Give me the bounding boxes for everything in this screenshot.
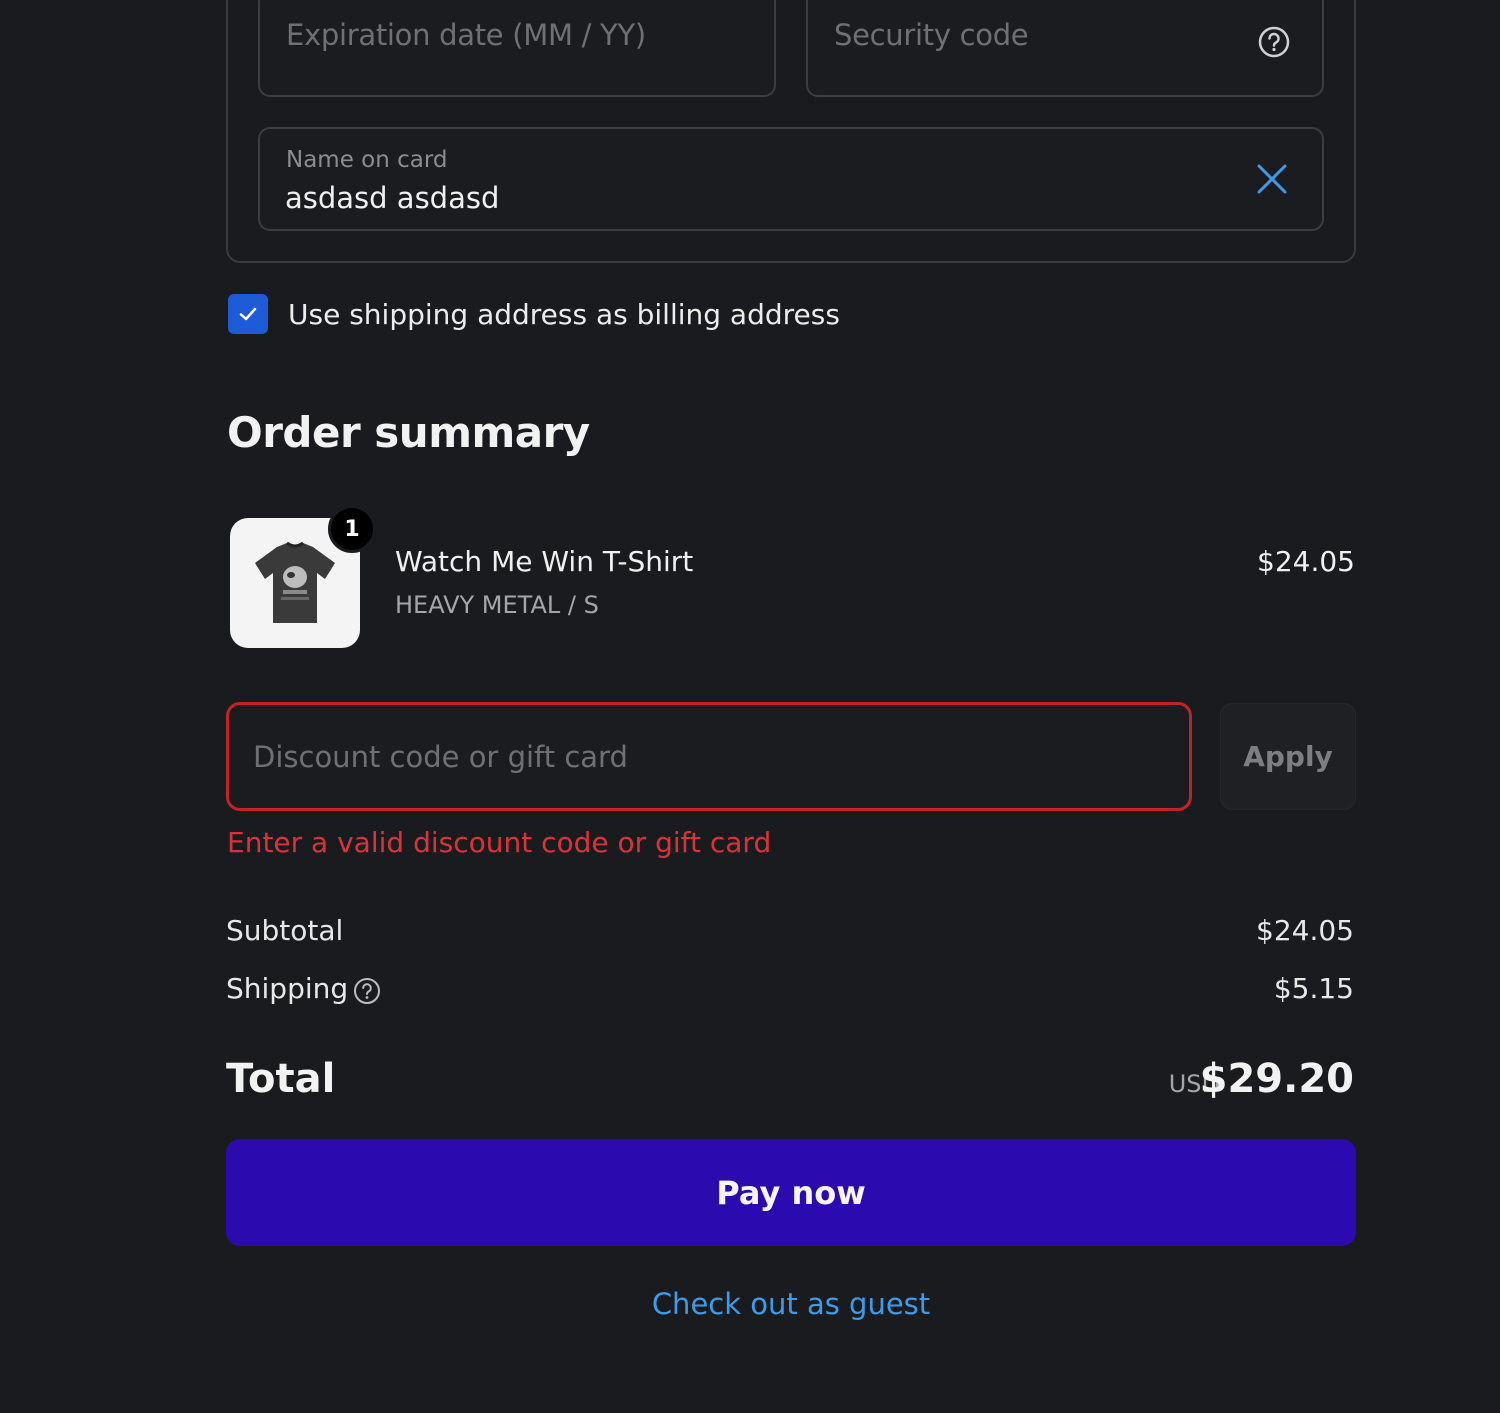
name-on-card-label: Name on card (286, 147, 448, 173)
clear-icon[interactable] (1256, 163, 1288, 195)
expiration-date-placeholder: Expiration date (MM / YY) (286, 18, 646, 52)
security-code-placeholder: Security code (834, 18, 1029, 52)
product-variant: HEAVY METAL / S (395, 591, 599, 619)
order-summary-title: Order summary (227, 408, 590, 457)
security-code-field[interactable]: Security code (806, 0, 1324, 97)
total-value: $29.20 (1199, 1056, 1354, 1102)
pay-now-button[interactable]: Pay now (226, 1139, 1356, 1246)
quantity-badge: 1 (328, 505, 376, 553)
subtotal-value: $24.05 (1256, 914, 1354, 947)
shipping-label: Shipping (226, 972, 349, 1005)
tshirt-icon (255, 541, 335, 623)
total-label: Total (226, 1056, 336, 1102)
checkout-page: Expiration date (MM / YY) Security code … (0, 0, 1500, 1413)
billing-checkbox-label[interactable]: Use shipping address as billing address (288, 298, 840, 331)
name-on-card-field[interactable]: Name on card asdasd asdasd (258, 127, 1324, 231)
checkout-as-guest-link[interactable]: Check out as guest (0, 1287, 1500, 1321)
name-on-card-value[interactable]: asdasd asdasd (285, 181, 499, 215)
billing-checkbox[interactable] (228, 294, 268, 334)
product-name: Watch Me Win T-Shirt (395, 545, 694, 578)
product-price: $24.05 (1257, 545, 1355, 578)
help-icon[interactable] (1258, 26, 1290, 58)
discount-code-field[interactable] (226, 702, 1192, 811)
discount-error-message: Enter a valid discount code or gift card (227, 826, 772, 859)
subtotal-label: Subtotal (226, 914, 344, 947)
billing-same-as-shipping[interactable]: Use shipping address as billing address (228, 294, 840, 334)
expiration-date-field[interactable]: Expiration date (MM / YY) (258, 0, 776, 97)
shipping-value: $5.15 (1273, 972, 1354, 1005)
shipping-help-icon[interactable] (353, 977, 381, 1005)
apply-discount-button[interactable]: Apply (1220, 703, 1356, 810)
discount-code-input[interactable] (229, 705, 1189, 808)
checkmark-icon (239, 307, 257, 321)
